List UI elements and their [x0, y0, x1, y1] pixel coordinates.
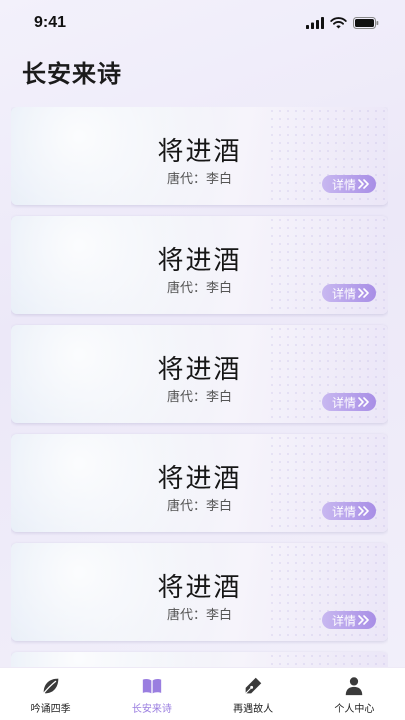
- tab-profile[interactable]: 个人中心: [304, 668, 405, 720]
- detail-button-label: 详情: [331, 504, 356, 519]
- poem-title: 将进酒: [157, 246, 242, 276]
- tab-label: 吟诵四季: [30, 704, 71, 715]
- poem-title: 将进酒: [157, 464, 242, 494]
- user-icon: [346, 677, 363, 696]
- poem-title: 将进酒: [157, 137, 242, 167]
- poem-card-partial[interactable]: [11, 652, 388, 667]
- poem-card-list[interactable]: 将进酒 唐代：李白 详情 将进酒 唐代：李白 详情 将进酒 唐代：李白 详情 将…: [11, 107, 388, 667]
- detail-button[interactable]: 详情: [321, 611, 376, 629]
- tab-label: 长安来诗: [131, 704, 172, 715]
- wifi-icon: [330, 17, 347, 29]
- status-bar: 9:41: [0, 0, 405, 46]
- tab-label: 个人中心: [334, 704, 375, 715]
- double-chevron-right-icon: [358, 615, 369, 625]
- tab-bar: 吟诵四季 长安来诗 再遇故人 个人中心: [0, 667, 405, 720]
- leaf-icon: [42, 678, 58, 694]
- poem-card[interactable]: 将进酒 唐代：李白 详情: [11, 325, 388, 423]
- detail-button-label: 详情: [331, 395, 356, 410]
- battery-icon: [353, 17, 379, 29]
- status-icons: [306, 17, 379, 29]
- page-title: 长安来诗: [22, 60, 122, 88]
- signal-icon: [306, 17, 324, 29]
- double-chevron-right-icon: [358, 397, 369, 407]
- detail-button[interactable]: 详情: [321, 393, 376, 411]
- tab-changan-poems[interactable]: 长安来诗: [101, 668, 202, 720]
- double-chevron-right-icon: [358, 179, 369, 189]
- detail-button[interactable]: 详情: [321, 284, 376, 302]
- double-chevron-right-icon: [358, 288, 369, 298]
- book-icon: [142, 678, 162, 694]
- detail-button-label: 详情: [331, 613, 356, 628]
- detail-button[interactable]: 详情: [321, 175, 376, 193]
- detail-button-label: 详情: [331, 286, 356, 301]
- poem-card[interactable]: 将进酒 唐代：李白 详情: [11, 543, 388, 641]
- tab-meet-again[interactable]: 再遇故人: [203, 668, 304, 720]
- double-chevron-right-icon: [358, 506, 369, 516]
- tab-label: 再遇故人: [233, 704, 274, 715]
- poem-title: 将进酒: [157, 355, 242, 385]
- poem-title: 将进酒: [157, 573, 242, 603]
- tab-seasons[interactable]: 吟诵四季: [0, 668, 101, 720]
- poem-card[interactable]: 将进酒 唐代：李白 详情: [11, 216, 388, 314]
- poem-card[interactable]: 将进酒 唐代：李白 详情: [11, 434, 388, 532]
- detail-button-label: 详情: [331, 177, 356, 192]
- status-time: 9:41: [34, 14, 67, 31]
- detail-button[interactable]: 详情: [321, 502, 376, 520]
- poem-card[interactable]: 将进酒 唐代：李白 详情: [11, 107, 388, 205]
- pen-icon: [245, 677, 262, 694]
